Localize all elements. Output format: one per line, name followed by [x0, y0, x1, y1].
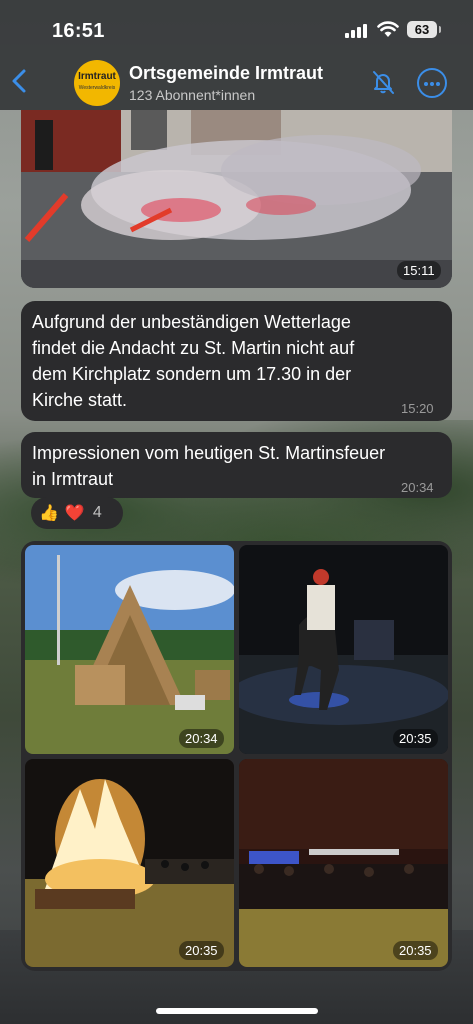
bonfire-photo-icon	[25, 759, 234, 967]
photo-timestamp: 20:35	[179, 941, 224, 960]
crowd-photo-icon	[239, 759, 448, 967]
message-text: Aufgrund der unbeständigen Wetterlage fi…	[32, 309, 446, 413]
photo-timestamp: 20:35	[393, 941, 438, 960]
message-bubble[interactable]: Impressionen vom heutigen St. Martinsfeu…	[21, 432, 452, 498]
status-time: 16:51	[52, 20, 105, 42]
album-photo[interactable]: 20:35	[25, 759, 234, 967]
cellular-signal-icon	[345, 24, 367, 38]
message-timestamp: 15:20	[401, 401, 434, 416]
avatar-logo-subtext: Westerwaldkreis	[78, 85, 116, 91]
heart-reaction[interactable]: ❤️	[65, 503, 85, 523]
album-photo[interactable]: 20:34	[25, 545, 234, 754]
message-line: dem Kirchplatz sondern um 17.30 in der	[32, 364, 352, 384]
message-line: in Irmtraut	[32, 469, 114, 489]
rider-photo-icon	[239, 545, 448, 754]
avatar-logo-text: Irmtraut	[78, 71, 116, 82]
smoke-torches-photo	[21, 110, 452, 288]
chat-header: Irmtraut Westerwaldkreis Ortsgemeinde Ir…	[0, 56, 473, 110]
message-photo[interactable]: 15:11	[21, 110, 452, 288]
woodpile-photo-icon	[25, 545, 234, 754]
reaction-count: 4	[92, 504, 102, 521]
back-chevron-icon[interactable]	[8, 66, 32, 96]
wifi-icon	[377, 21, 399, 37]
message-line: Impressionen vom heutigen St. Martinsfeu…	[32, 443, 386, 463]
message-line: Kirche statt.	[32, 390, 128, 410]
channel-subscribers: 123 Abonnent*innen	[129, 87, 256, 103]
channel-avatar[interactable]: Irmtraut Westerwaldkreis	[74, 60, 120, 106]
battery-icon: 63	[407, 21, 441, 38]
channel-title[interactable]: Ortsgemeinde Irmtraut	[129, 63, 323, 84]
photo-timestamp: 20:34	[179, 729, 224, 748]
reactions-bar[interactable]: 👍 ❤️ 4	[31, 497, 123, 529]
message-line: findet die Andacht zu St. Martin nicht a…	[32, 338, 355, 358]
message-timestamp: 20:34	[401, 480, 434, 495]
home-indicator[interactable]	[156, 1008, 318, 1014]
message-bubble[interactable]: Aufgrund der unbeständigen Wetterlage fi…	[21, 301, 452, 421]
bell-muted-icon[interactable]	[369, 68, 397, 96]
photo-album: 20:34 20:35 20:35 20:35	[21, 541, 452, 971]
album-photo[interactable]: 20:35	[239, 759, 448, 967]
photo-timestamp: 15:11	[397, 261, 441, 280]
more-options-icon[interactable]	[417, 68, 447, 98]
album-photo[interactable]: 20:35	[239, 545, 448, 754]
thumbs-up-reaction[interactable]: 👍	[39, 503, 59, 523]
message-text: Impressionen vom heutigen St. Martinsfeu…	[32, 440, 446, 492]
photo-timestamp: 20:35	[393, 729, 438, 748]
message-line: Aufgrund der unbeständigen Wetterlage	[32, 312, 351, 332]
status-bar: 16:51 63	[0, 0, 473, 56]
